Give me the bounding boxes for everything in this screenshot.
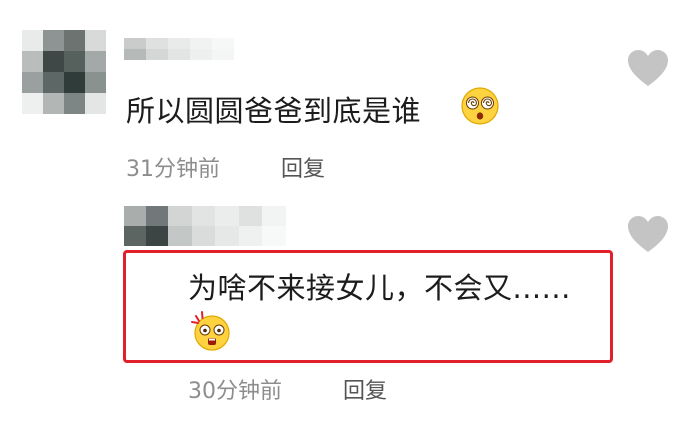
avatar[interactable]: [124, 206, 168, 246]
reply-button[interactable]: 回复: [281, 151, 325, 183]
heart-icon[interactable]: [626, 214, 670, 254]
reply-button[interactable]: 回复: [343, 373, 387, 405]
avatar[interactable]: [22, 30, 106, 114]
username[interactable]: [124, 38, 234, 60]
shocked-face-emoji: [191, 311, 230, 351]
heart-icon[interactable]: [626, 48, 670, 88]
comment-time: 30分钟前: [188, 379, 282, 404]
comment-text: 所以圆圆爸爸到底是谁: [126, 94, 422, 128]
comment-time: 31分钟前: [126, 157, 220, 182]
username[interactable]: [168, 206, 286, 246]
dizzy-face-emoji: [461, 87, 499, 125]
comment-text: 为啥不来接女儿，不会又......: [188, 271, 571, 305]
